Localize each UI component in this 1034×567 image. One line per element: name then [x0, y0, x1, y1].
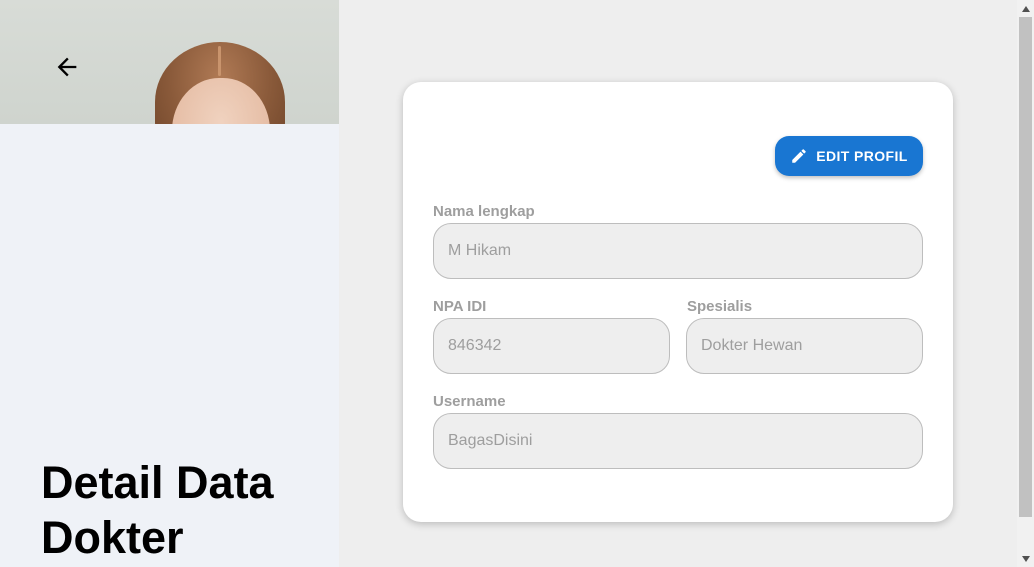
npa-field[interactable] — [433, 318, 670, 374]
scroll-thumb[interactable] — [1019, 17, 1032, 517]
profile-card: EDIT PROFIL Nama lengkap NPA IDI Spesial… — [403, 82, 953, 522]
back-button[interactable] — [47, 47, 87, 87]
pencil-icon — [792, 149, 806, 163]
nama-label: Nama lengkap — [433, 203, 535, 220]
page-title: Detail Data Dokter — [41, 457, 274, 563]
photo-hair-part — [218, 46, 221, 76]
spesialis-field[interactable] — [686, 318, 923, 374]
doctor-photo — [0, 0, 339, 124]
edit-profile-button[interactable]: EDIT PROFIL — [775, 136, 923, 176]
scroll-up-button[interactable] — [1017, 0, 1034, 17]
npa-label: NPA IDI — [433, 298, 487, 315]
spesialis-label: Spesialis — [687, 298, 753, 315]
triangle-up-icon — [1021, 5, 1030, 12]
scroll-down-button[interactable] — [1017, 550, 1034, 567]
username-field[interactable] — [433, 413, 923, 469]
scrollbar[interactable] — [1017, 0, 1034, 567]
username-label: Username — [433, 393, 506, 410]
left-panel: Detail Data Dokter — [0, 0, 339, 567]
arrow-left-icon — [57, 57, 77, 77]
page: Detail Data Dokter EDIT PROFIL Nama leng… — [0, 0, 1034, 567]
nama-field[interactable] — [433, 223, 923, 279]
triangle-down-icon — [1021, 555, 1030, 562]
edit-profile-label: EDIT PROFIL — [816, 148, 908, 164]
